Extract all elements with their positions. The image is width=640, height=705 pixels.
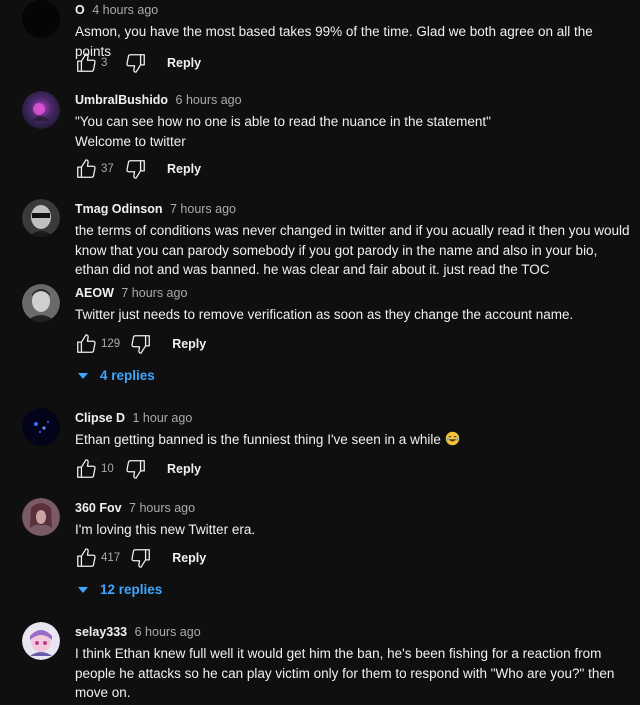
reply-button[interactable]: Reply	[172, 337, 206, 351]
comment-actions: 37 Reply	[75, 157, 201, 181]
comment-actions: 10 Reply	[75, 457, 201, 481]
like-count: 129	[101, 338, 121, 350]
thumbs-down-icon[interactable]	[125, 458, 147, 480]
thumbs-up-icon[interactable]	[75, 333, 97, 355]
thumbs-up-icon[interactable]	[75, 547, 97, 569]
thumbs-up-icon[interactable]	[75, 52, 97, 74]
comment-text: I'm loving this new Twitter era.	[75, 522, 256, 537]
avatar[interactable]	[22, 91, 60, 129]
like-count: 3	[101, 57, 108, 69]
like-count: 37	[101, 163, 114, 175]
comment-author[interactable]: UmbralBushido	[75, 93, 168, 107]
comment-timestamp[interactable]: 6 hours ago	[176, 93, 242, 107]
laughing-emoji-icon	[445, 431, 460, 446]
comment-timestamp[interactable]: 7 hours ago	[121, 286, 187, 300]
reply-button[interactable]: Reply	[172, 551, 206, 565]
replies-count-label: 12 replies	[100, 582, 163, 597]
comment-text-content: Ethan getting banned is the funniest thi…	[75, 432, 441, 447]
avatar[interactable]	[22, 408, 60, 446]
thumbs-down-icon[interactable]	[125, 158, 147, 180]
comment-text: Ethan getting banned is the funniest thi…	[75, 430, 630, 450]
comment-actions: 3 Reply	[75, 51, 201, 75]
reply-button[interactable]: Reply	[167, 162, 201, 176]
comment-text: Twitter just needs to remove verificatio…	[75, 307, 574, 322]
thumbs-up-icon[interactable]	[75, 158, 97, 180]
thumbs-down-icon[interactable]	[125, 52, 147, 74]
comment-actions: 129 Reply	[75, 332, 206, 356]
comment-timestamp[interactable]: 4 hours ago	[92, 3, 158, 17]
comment-text: "You can see how no one is able to read …	[75, 112, 630, 151]
reply-button[interactable]: Reply	[167, 462, 201, 476]
thumbs-down-icon[interactable]	[130, 333, 152, 355]
thumbs-up-icon[interactable]	[75, 458, 97, 480]
comment-timestamp[interactable]: 6 hours ago	[135, 625, 201, 639]
replies-count-label: 4 replies	[100, 368, 155, 383]
comment-author[interactable]: Tmag Odinson	[75, 202, 163, 216]
avatar[interactable]	[22, 0, 60, 38]
comment-author[interactable]: Clipse D	[75, 411, 125, 425]
comment-author[interactable]: AEOW	[75, 286, 114, 300]
comment-author[interactable]: O	[75, 3, 85, 17]
avatar[interactable]	[22, 199, 60, 237]
view-replies-button[interactable]: 12 replies	[78, 582, 162, 597]
avatar[interactable]	[22, 284, 60, 322]
comment-text: I think Ethan knew full well it would ge…	[75, 646, 615, 700]
view-replies-button[interactable]: 4 replies	[78, 368, 155, 383]
reply-button[interactable]: Reply	[167, 56, 201, 70]
avatar[interactable]	[22, 498, 60, 536]
comment-timestamp[interactable]: 1 hour ago	[133, 411, 193, 425]
like-count: 417	[101, 552, 121, 564]
comment-timestamp[interactable]: 7 hours ago	[129, 501, 195, 515]
comment-author[interactable]: 360 Fov	[75, 501, 122, 515]
caret-down-icon	[78, 586, 88, 593]
thumbs-down-icon[interactable]	[130, 547, 152, 569]
comment-text: the terms of conditions was never change…	[75, 223, 630, 277]
like-count: 10	[101, 463, 114, 475]
avatar[interactable]	[22, 622, 60, 660]
comment-timestamp[interactable]: 7 hours ago	[170, 202, 236, 216]
comment-author[interactable]: selay333	[75, 625, 127, 639]
caret-down-icon	[78, 372, 88, 379]
comment-actions: 417 Reply	[75, 546, 206, 570]
comment-text-line: "You can see how no one is able to read …	[75, 114, 491, 129]
comment-text-line: Welcome to twitter	[75, 133, 186, 149]
